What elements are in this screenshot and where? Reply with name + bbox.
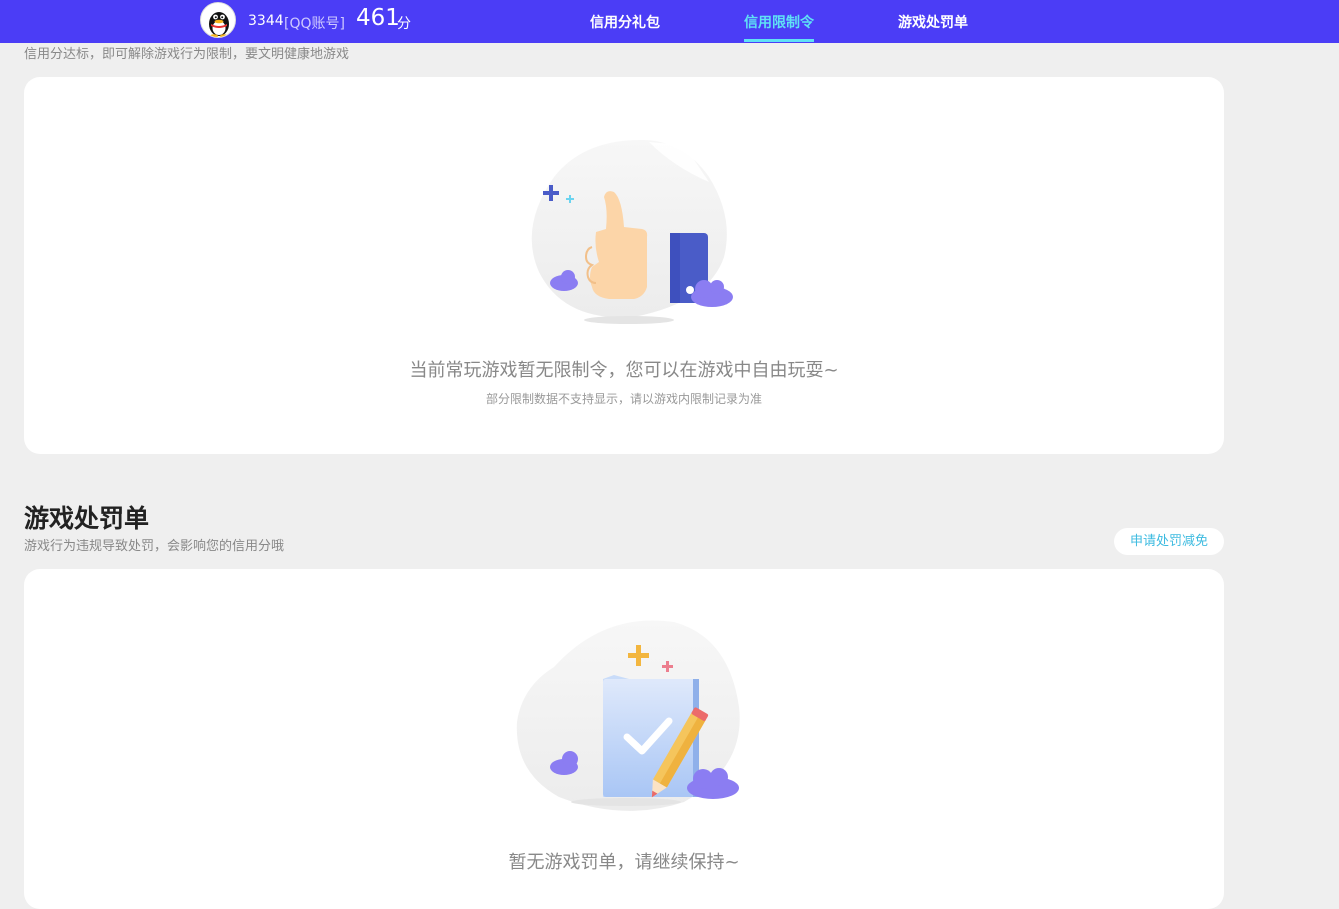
qq-penguin-icon: [209, 12, 229, 37]
tab-credit-restriction[interactable]: 信用限制令: [744, 12, 814, 32]
active-tab-indicator: [744, 39, 814, 42]
avatar[interactable]: [200, 2, 236, 38]
tab-game-penalty[interactable]: 游戏处罚单: [898, 12, 968, 32]
penalty-card: 暂无游戏罚单，请继续保持~: [24, 569, 1224, 909]
restriction-empty-title: 当前常玩游戏暂无限制令，您可以在游戏中自由玩耍~: [409, 360, 839, 381]
account-id: 3344: [248, 13, 284, 29]
tab-credit-gift[interactable]: 信用分礼包: [590, 12, 660, 32]
top-nav-bar: 3344 [QQ账号] 461 分 信用分礼包 信用限制令 游戏处罚单: [0, 0, 1339, 43]
penalty-section-subtitle: 游戏行为违规导致处罚，会影响您的信用分哦: [24, 539, 285, 554]
thumbs-up-icon: [531, 139, 733, 324]
penalty-empty-title: 暂无游戏罚单，请继续保持~: [508, 852, 740, 873]
apply-penalty-reduction-button[interactable]: 申请处罚减免: [1114, 528, 1224, 555]
account-type: [QQ账号]: [284, 16, 345, 32]
restriction-card: 当前常玩游戏暂无限制令，您可以在游戏中自由玩耍~ 部分限制数据不支持显示，请以游…: [24, 77, 1224, 454]
checklist-pencil-icon: [516, 620, 740, 811]
restriction-subtitle: 信用分达标，即可解除游戏行为限制，要文明健康地游戏: [24, 47, 350, 62]
restriction-empty-note: 部分限制数据不支持显示，请以游戏内限制记录为准: [485, 392, 762, 406]
credit-score: 461: [356, 5, 400, 31]
credit-score-unit: 分: [397, 16, 411, 32]
penalty-section-title: 游戏处罚单: [24, 504, 150, 533]
